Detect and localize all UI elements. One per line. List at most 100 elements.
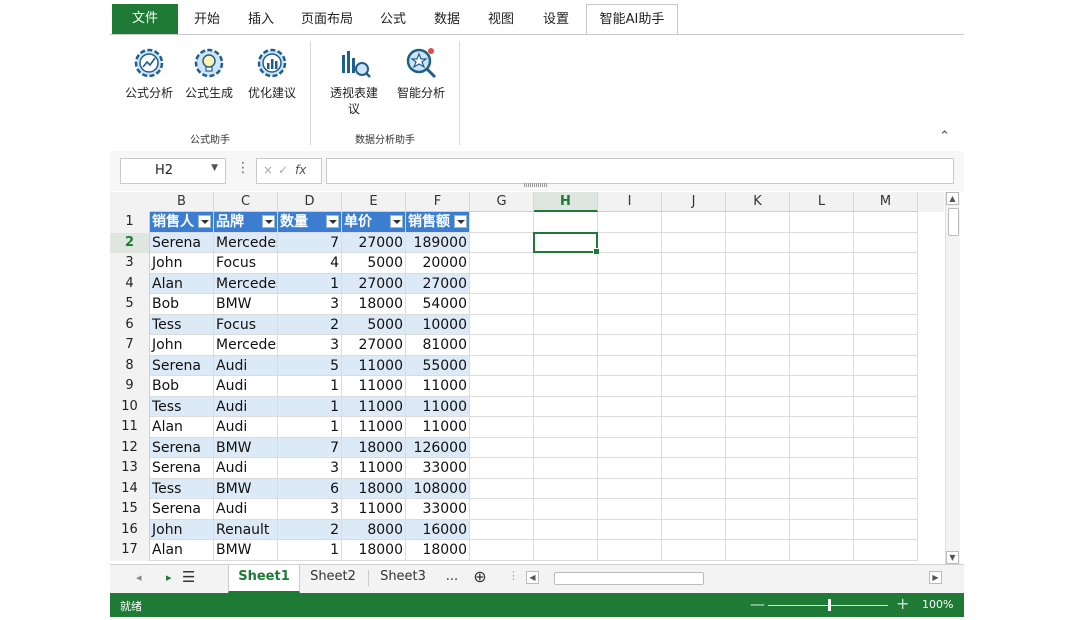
table-cell[interactable]: BMW bbox=[214, 437, 278, 458]
empty-cell[interactable] bbox=[470, 376, 534, 397]
empty-cell[interactable] bbox=[854, 376, 918, 397]
empty-cell[interactable] bbox=[790, 314, 854, 335]
table-cell[interactable]: 1 bbox=[278, 396, 342, 417]
empty-cell[interactable] bbox=[726, 376, 790, 397]
empty-cell[interactable] bbox=[726, 355, 790, 376]
zoom-slider-handle[interactable] bbox=[828, 599, 831, 611]
empty-cell[interactable] bbox=[854, 212, 918, 233]
empty-cell[interactable] bbox=[470, 417, 534, 438]
table-cell[interactable]: Audi bbox=[214, 376, 278, 397]
empty-cell[interactable] bbox=[662, 396, 726, 417]
empty-cell[interactable] bbox=[598, 540, 662, 561]
empty-cell[interactable] bbox=[470, 232, 534, 253]
empty-cell[interactable] bbox=[534, 396, 598, 417]
table-cell[interactable]: 3 bbox=[278, 294, 342, 315]
empty-cell[interactable] bbox=[662, 519, 726, 540]
empty-cell[interactable] bbox=[854, 478, 918, 499]
empty-cell[interactable] bbox=[726, 212, 790, 233]
table-cell[interactable]: Audi bbox=[214, 417, 278, 438]
empty-cell[interactable] bbox=[790, 417, 854, 438]
scroll-left-icon[interactable]: ◀ bbox=[526, 571, 539, 584]
empty-cell[interactable] bbox=[854, 437, 918, 458]
table-cell[interactable]: 2 bbox=[278, 519, 342, 540]
empty-cell[interactable] bbox=[598, 376, 662, 397]
column-header-c[interactable]: C bbox=[214, 192, 278, 212]
tab-splitter-icon[interactable]: ⋮ bbox=[508, 569, 519, 582]
formula-generate-button[interactable]: 公式生成 bbox=[182, 43, 236, 101]
empty-cell[interactable] bbox=[790, 355, 854, 376]
selected-cell-h2[interactable] bbox=[533, 231, 600, 255]
table-cell[interactable]: 18000 bbox=[342, 478, 406, 499]
empty-cell[interactable] bbox=[790, 335, 854, 356]
row-header[interactable]: 8 bbox=[110, 355, 150, 376]
table-cell[interactable]: Renault bbox=[214, 519, 278, 540]
table-cell[interactable]: 3 bbox=[278, 335, 342, 356]
empty-cell[interactable] bbox=[470, 478, 534, 499]
table-cell[interactable]: Serena bbox=[150, 499, 214, 520]
row-header[interactable]: 11 bbox=[110, 417, 150, 438]
empty-cell[interactable] bbox=[470, 499, 534, 520]
empty-cell[interactable] bbox=[726, 335, 790, 356]
empty-cell[interactable] bbox=[470, 540, 534, 561]
empty-cell[interactable] bbox=[662, 232, 726, 253]
table-cell[interactable]: 11000 bbox=[342, 458, 406, 479]
empty-cell[interactable] bbox=[662, 458, 726, 479]
table-cell[interactable]: 2 bbox=[278, 314, 342, 335]
table-cell[interactable]: Serena bbox=[150, 458, 214, 479]
row-header[interactable]: 9 bbox=[110, 376, 150, 397]
empty-cell[interactable] bbox=[598, 355, 662, 376]
column-header-f[interactable]: F bbox=[406, 192, 470, 212]
empty-cell[interactable] bbox=[854, 314, 918, 335]
empty-cell[interactable] bbox=[534, 437, 598, 458]
empty-cell[interactable] bbox=[470, 314, 534, 335]
table-cell[interactable]: 126000 bbox=[406, 437, 470, 458]
table-cell[interactable]: 3 bbox=[278, 458, 342, 479]
empty-cell[interactable] bbox=[854, 519, 918, 540]
filter-dropdown-icon[interactable] bbox=[390, 215, 403, 228]
table-cell[interactable]: Tess bbox=[150, 396, 214, 417]
table-cell[interactable]: 11000 bbox=[342, 396, 406, 417]
empty-cell[interactable] bbox=[662, 335, 726, 356]
table-header-cell[interactable]: 销售人 bbox=[150, 212, 214, 233]
empty-cell[interactable] bbox=[726, 478, 790, 499]
tab-formulas[interactable]: 公式 bbox=[372, 5, 414, 34]
table-cell[interactable]: 1 bbox=[278, 417, 342, 438]
empty-cell[interactable] bbox=[790, 437, 854, 458]
table-cell[interactable]: Tess bbox=[150, 478, 214, 499]
table-cell[interactable]: 1 bbox=[278, 273, 342, 294]
empty-cell[interactable] bbox=[790, 376, 854, 397]
table-cell[interactable]: 7 bbox=[278, 232, 342, 253]
empty-cell[interactable] bbox=[470, 519, 534, 540]
more-sheets-button[interactable]: ... bbox=[440, 565, 464, 591]
table-cell[interactable]: 189000 bbox=[406, 232, 470, 253]
empty-cell[interactable] bbox=[726, 417, 790, 438]
empty-cell[interactable] bbox=[726, 458, 790, 479]
smart-analysis-button[interactable]: 智能分析 bbox=[392, 43, 450, 101]
empty-cell[interactable] bbox=[534, 314, 598, 335]
table-cell[interactable]: 11000 bbox=[406, 396, 470, 417]
row-header[interactable]: 2 bbox=[110, 232, 150, 253]
empty-cell[interactable] bbox=[534, 540, 598, 561]
table-cell[interactable]: 11000 bbox=[406, 376, 470, 397]
table-cell[interactable]: 27000 bbox=[342, 335, 406, 356]
empty-cell[interactable] bbox=[726, 273, 790, 294]
table-cell[interactable]: Alan bbox=[150, 273, 214, 294]
table-cell[interactable]: 11000 bbox=[406, 417, 470, 438]
table-cell[interactable]: Mercedes bbox=[214, 335, 278, 356]
table-cell[interactable]: 18000 bbox=[406, 540, 470, 561]
column-header-l[interactable]: L bbox=[790, 192, 854, 212]
empty-cell[interactable] bbox=[726, 499, 790, 520]
vertical-scroll-thumb[interactable] bbox=[948, 208, 959, 236]
empty-cell[interactable] bbox=[726, 294, 790, 315]
formula-analysis-button[interactable]: 公式分析 bbox=[122, 43, 176, 101]
table-cell[interactable]: Focus bbox=[214, 253, 278, 274]
pivot-suggest-button[interactable]: 透视表建议 bbox=[326, 43, 382, 117]
row-header[interactable]: 16 bbox=[110, 519, 150, 540]
sheet-list-icon[interactable]: ☰ bbox=[182, 568, 195, 586]
add-sheet-icon[interactable]: ⊕ bbox=[468, 565, 492, 591]
empty-cell[interactable] bbox=[790, 540, 854, 561]
filter-dropdown-icon[interactable] bbox=[198, 215, 211, 228]
column-header-k[interactable]: K bbox=[726, 192, 790, 212]
empty-cell[interactable] bbox=[854, 355, 918, 376]
table-cell[interactable]: 10000 bbox=[406, 314, 470, 335]
